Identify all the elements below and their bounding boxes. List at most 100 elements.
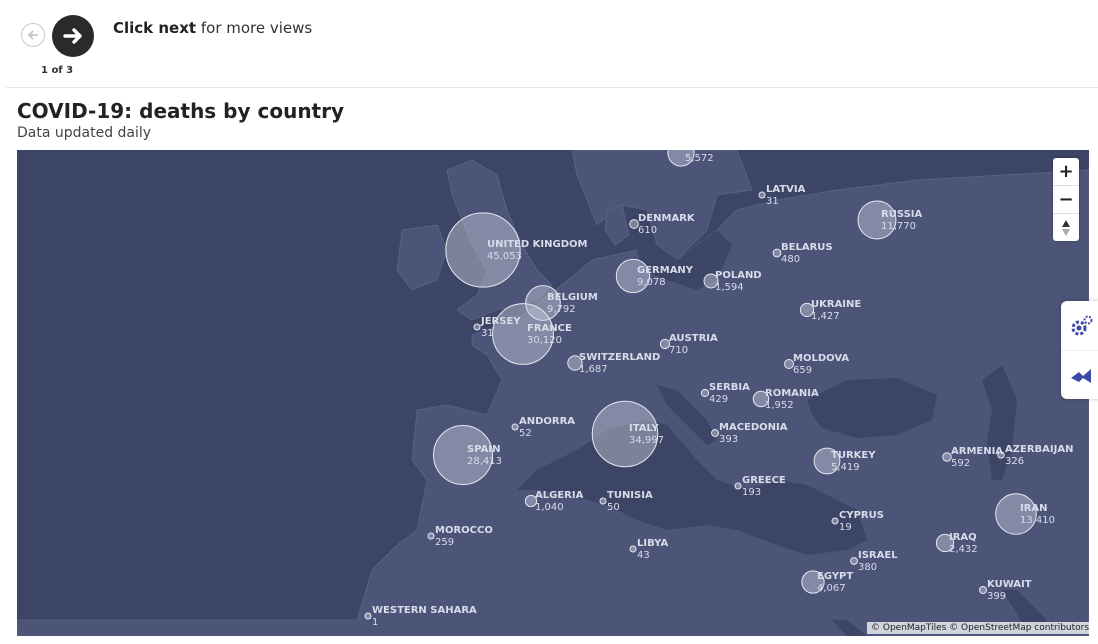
bubble-latvia[interactable] — [758, 191, 766, 199]
country-value-russia: 11,770 — [881, 221, 916, 232]
bubble-united-kingdom[interactable] — [445, 212, 521, 288]
country-value-austria: 710 — [669, 345, 688, 356]
map-attribution[interactable]: © OpenMapTiles © OpenStreetMap contribut… — [867, 622, 1094, 634]
previous-button[interactable] — [21, 23, 45, 47]
bubble-russia[interactable] — [857, 200, 897, 240]
country-label-ukraine: UKRAINE — [811, 299, 861, 310]
share-button[interactable] — [1061, 351, 1098, 400]
country-label-western-sahara: WESTERN SAHARA — [372, 605, 477, 616]
country-value-spain: 28,413 — [467, 456, 502, 467]
country-label-israel: ISRAEL — [858, 550, 898, 561]
country-value-israel: 380 — [858, 562, 877, 573]
settings-button[interactable] — [1061, 301, 1098, 351]
bubble-belarus[interactable] — [772, 248, 782, 258]
bubble-iran[interactable] — [995, 493, 1037, 535]
country-value-iraq: 2,432 — [949, 544, 978, 555]
country-label-tunisia: TUNISIA — [607, 490, 653, 501]
country-label-algeria: ALGERIA — [535, 490, 584, 501]
country-label-poland: POLAND — [715, 270, 762, 281]
plus-icon: + — [1058, 161, 1074, 182]
country-value-tunisia: 50 — [607, 502, 620, 513]
country-value-egypt: 4,067 — [817, 583, 846, 594]
bubble-andorra[interactable] — [511, 423, 519, 431]
bubble-italy[interactable] — [591, 400, 659, 468]
next-hint-text: for more views — [196, 19, 313, 37]
bubble-kuwait[interactable] — [979, 586, 987, 594]
country-value-western-sahara: 1 — [372, 617, 378, 628]
minus-icon: − — [1058, 189, 1074, 210]
bubble-armenia[interactable] — [942, 452, 952, 462]
map-canvas[interactable]: 5,572LATVIA31DENMARK610RUSSIA11,770BELAR… — [17, 150, 1089, 636]
country-value-andorra: 52 — [519, 428, 532, 439]
country-value-united-kingdom: 45,053 — [487, 251, 522, 262]
zoom-out-button[interactable]: − — [1053, 186, 1079, 214]
country-value-belgium: 9,792 — [547, 304, 576, 315]
country-label-cyprus: CYPRUS — [839, 510, 884, 521]
bubble-serbia[interactable] — [700, 388, 710, 398]
country-value-denmark: 610 — [638, 225, 657, 236]
country-label-iran: IRAN — [1020, 503, 1048, 514]
bubble-greece[interactable] — [734, 482, 742, 490]
country-label-moldova: MOLDOVA — [793, 353, 849, 364]
country-label-russia: RUSSIA — [881, 209, 922, 220]
country-label-france: FRANCE — [527, 323, 572, 334]
bubble-tunisia[interactable] — [599, 497, 607, 505]
country-label-spain: SPAIN — [467, 444, 500, 455]
country-value-jersey: 31 — [481, 328, 494, 339]
country-value-switzerland: 1,687 — [579, 364, 608, 375]
country-label-united-kingdom: UNITED KINGDOM — [487, 239, 587, 250]
country-label-belgium: BELGIUM — [547, 292, 598, 303]
next-hint: Click next for more views — [113, 19, 312, 37]
country-value-serbia: 429 — [709, 394, 728, 405]
country-label-kuwait: KUWAIT — [987, 579, 1032, 590]
bubble-spain[interactable] — [433, 425, 493, 485]
country-value-libya: 43 — [637, 550, 650, 561]
country-label-belarus: BELARUS — [781, 242, 833, 253]
country-label-romania: ROMANIA — [765, 388, 819, 399]
side-toolbar — [1061, 301, 1098, 399]
country-label-italy: ITALY — [629, 423, 659, 434]
bubble-israel[interactable] — [850, 557, 858, 565]
country-label-morocco: MOROCCO — [435, 525, 493, 536]
country-value-turkey: 5,419 — [831, 462, 860, 473]
arrow-left-icon — [28, 30, 38, 40]
gears-icon — [1071, 315, 1093, 335]
bubble-cyprus[interactable] — [831, 517, 839, 525]
country-label-latvia: LATVIA — [766, 184, 806, 195]
bubble-libya[interactable] — [629, 545, 637, 553]
country-label-switzerland: SWITZERLAND — [579, 352, 660, 363]
country-label-serbia: SERBIA — [709, 382, 750, 393]
bubble-morocco[interactable] — [427, 532, 435, 540]
country-label-greece: GREECE — [742, 475, 786, 486]
page-title: COVID-19: deaths by country — [17, 99, 345, 123]
country-label-turkey: TURKEY — [831, 450, 876, 461]
country-label-andorra: ANDORRA — [519, 416, 575, 427]
country-label-libya: LIBYA — [637, 538, 668, 549]
country-value-unnamed: 5,572 — [685, 153, 714, 164]
covid-deaths-map[interactable]: 5,572 LATVIA 31 DENMARK 610 RUSSIA 11,770 BELAR… — [17, 150, 1089, 636]
zoom-in-button[interactable]: + — [1053, 158, 1079, 186]
arrow-right-icon — [63, 28, 82, 44]
bubble-france[interactable] — [492, 303, 554, 365]
country-value-germany: 9,078 — [637, 277, 666, 288]
country-label-macedonia: MACEDONIA — [719, 422, 788, 433]
bubble-western-sahara[interactable] — [364, 612, 372, 620]
next-hint-bold: Click next — [113, 19, 197, 37]
country-label-jersey: JERSEY — [480, 316, 521, 327]
bubble-macedonia[interactable] — [711, 429, 719, 437]
country-value-cyprus: 19 — [839, 522, 852, 533]
country-value-morocco: 259 — [435, 537, 454, 548]
country-label-germany: GERMANY — [637, 265, 694, 276]
reset-north-button[interactable] — [1053, 214, 1079, 241]
country-label-austria: AUSTRIA — [669, 333, 718, 344]
country-label-egypt: EGYPT — [817, 571, 853, 582]
country-value-iran: 13,410 — [1020, 515, 1055, 526]
story-navigation-bar: 1 of 3 Click next for more views — [6, 4, 1098, 88]
compass-icon — [1062, 219, 1070, 236]
country-value-azerbaijan: 326 — [1005, 456, 1024, 467]
country-value-moldova: 659 — [793, 365, 812, 376]
bubble-jersey[interactable] — [473, 323, 481, 331]
country-value-italy: 34,997 — [629, 435, 664, 446]
zoom-controls: + − — [1053, 158, 1079, 241]
next-button[interactable] — [52, 15, 94, 57]
